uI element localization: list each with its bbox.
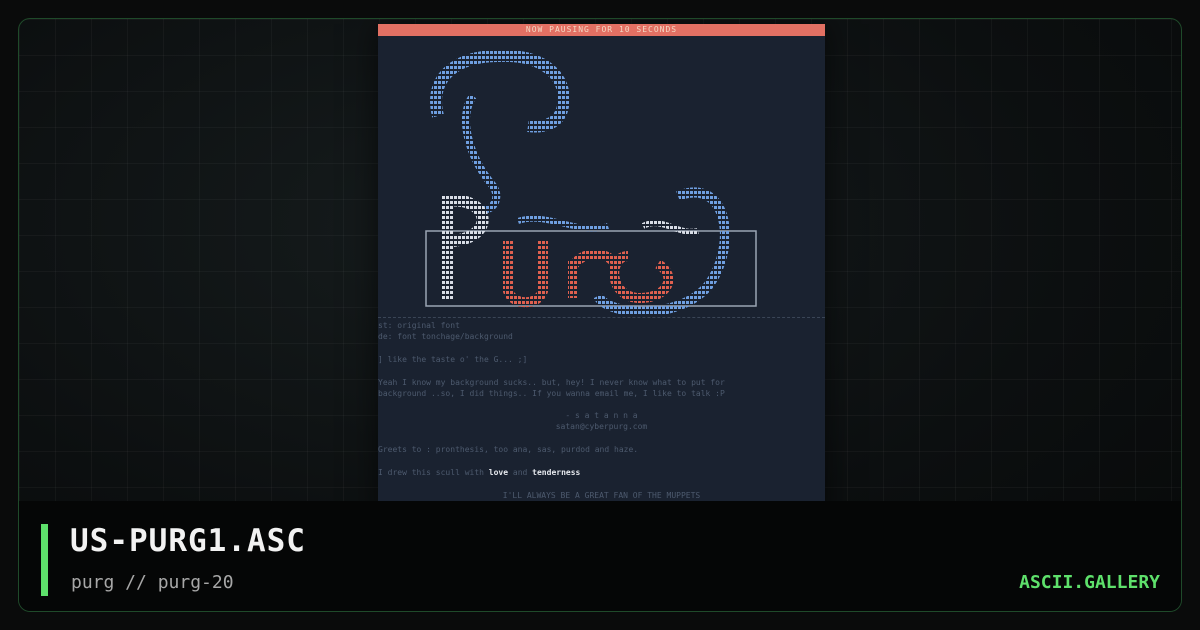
preview-line: st: original font <box>378 321 460 330</box>
site-name[interactable]: ASCII.GALLERY <box>1019 572 1160 593</box>
preview-muppets: I'LL ALWAYS BE A GREAT FAN OF THE MUPPET… <box>502 491 701 500</box>
preview-greets: Greets to : pronthesis, too ana, sas, pu… <box>378 445 639 454</box>
preview-line: ] like the taste o' the G... ;] <box>378 355 528 364</box>
preview-email: satan@cyberpurg.com <box>555 422 648 431</box>
art-hook <box>430 49 570 133</box>
art-letter-u <box>503 241 548 308</box>
art-box <box>425 230 757 307</box>
art-blue-accent <box>517 215 609 232</box>
art-title[interactable]: US-PURG1.ASC <box>70 523 306 559</box>
art-subtitle[interactable]: purg // purg-20 <box>71 572 234 593</box>
preview-line-drew: I drew this scull with love and tenderne… <box>378 468 580 477</box>
art-letter-g <box>609 251 674 304</box>
preview-line: de: font tonchage/background <box>378 332 513 341</box>
art-letter-r <box>568 249 617 298</box>
art-hook-stem <box>462 93 501 214</box>
ascii-art-image <box>425 49 757 316</box>
preview-drew-text: I drew this scull with <box>378 468 484 477</box>
info-bar: US-PURG1.ASC purg // purg-20 ASCII.GALLE… <box>19 501 1181 611</box>
pause-banner: NOW PAUSING FOR 10 SECONDS <box>378 24 825 36</box>
preview-signature: - s a t a n n a <box>565 411 638 420</box>
accent-bar <box>41 524 48 596</box>
preview-tenderness: tenderness <box>532 468 581 477</box>
card-frame: NOW PAUSING FOR 10 SECONDS st: original … <box>18 18 1182 612</box>
preview-love: love <box>488 468 509 477</box>
preview-divider <box>378 317 825 319</box>
preview-line: Yeah I know my background sucks.. but, h… <box>378 378 725 387</box>
art-letter-p <box>442 194 489 301</box>
preview-line: background ..so, I did things.. If you w… <box>378 389 725 398</box>
preview-and: and <box>512 468 528 477</box>
ascii-art-preview[interactable]: NOW PAUSING FOR 10 SECONDS st: original … <box>378 24 825 524</box>
